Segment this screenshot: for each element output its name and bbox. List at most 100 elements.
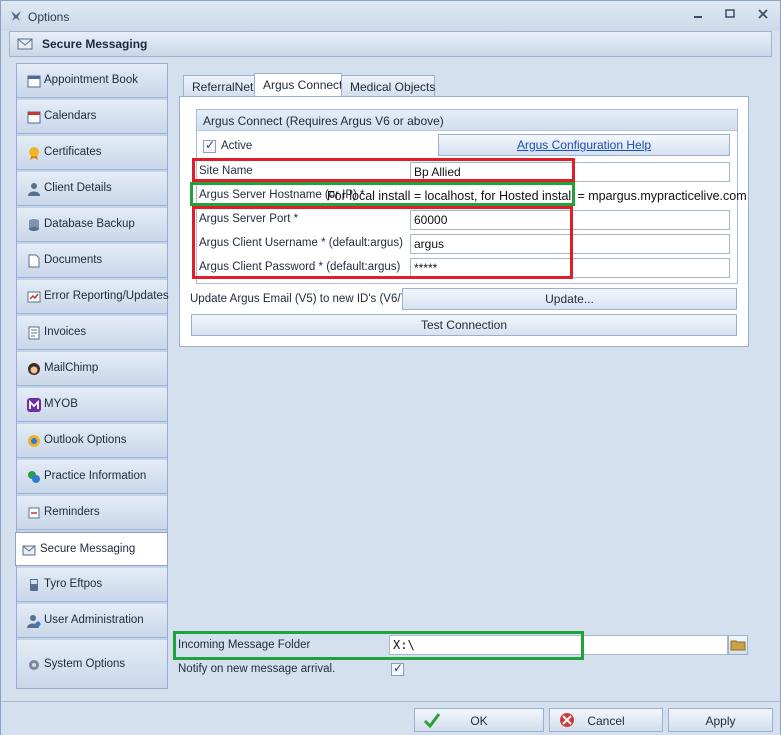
invoice-icon <box>28 326 40 340</box>
close-icon <box>758 9 768 19</box>
nav-item-appointment-book[interactable]: Appointment Book <box>17 64 167 98</box>
nav-item-client-details[interactable]: Client Details <box>17 172 167 206</box>
practice-icon <box>28 471 40 483</box>
nav-item-label: Database Backup <box>44 218 135 230</box>
minimize-icon <box>694 16 702 18</box>
nav-item-error-reporting[interactable]: Error Reporting/Updates <box>17 280 169 314</box>
nav-item-label: Client Details <box>44 182 112 194</box>
calendar-book-icon <box>27 75 41 88</box>
port-input[interactable]: 60000 <box>410 210 730 230</box>
outlook-icon <box>28 435 40 447</box>
nav-item-label: Documents <box>44 254 103 266</box>
nav-item-documents[interactable]: Documents <box>17 244 167 278</box>
nav-item-label: Reminders <box>44 506 100 518</box>
nav-item-outlook-options[interactable]: Outlook Options <box>17 424 167 458</box>
nav-item-system-options[interactable]: System Options <box>17 640 167 688</box>
notify-label: Notify on new message arrival. <box>178 663 336 675</box>
section-header: Secure Messaging <box>9 31 772 57</box>
nav-item-user-administration[interactable]: User Administration <box>17 604 167 638</box>
ok-button-label: OK <box>470 714 488 728</box>
myob-icon <box>27 398 41 412</box>
title-bar: Options <box>1 1 780 31</box>
nav-item-label: MailChimp <box>44 362 99 374</box>
tab-referralnet[interactable]: ReferralNet <box>183 75 255 97</box>
nav-item-label: Appointment Book <box>44 74 138 86</box>
nav-item-label: Certificates <box>44 146 102 158</box>
gear-icon <box>29 660 39 670</box>
argus-config-help-button[interactable]: Argus Configuration Help <box>438 134 730 156</box>
ok-button[interactable]: OK <box>414 708 544 732</box>
folder-icon <box>730 640 746 651</box>
dialog-footer: OK Cancel Apply <box>1 701 780 735</box>
tab-label: Argus Connect <box>263 78 343 92</box>
options-window: Options Secure Messaging Appointment Boo… <box>0 0 781 735</box>
content-panel: ReferralNet Argus Connect Medical Object… <box>171 63 774 689</box>
username-input[interactable]: argus <box>410 234 730 254</box>
app-logo-icon <box>11 11 21 21</box>
mailchimp-icon <box>28 363 40 375</box>
nav-item-secure-messaging[interactable]: Secure Messaging <box>15 532 168 566</box>
site-name-input[interactable]: Bp Allied <box>410 162 730 182</box>
nav-item-practice-information[interactable]: Practice Information <box>17 460 167 494</box>
cancel-button-label: Cancel <box>587 714 625 728</box>
calendar-icon <box>27 111 41 124</box>
nav-item-myob[interactable]: MYOB <box>17 388 167 422</box>
test-connection-button[interactable]: Test Connection <box>191 314 737 336</box>
close-button[interactable] <box>755 9 771 23</box>
nav-item-database-backup[interactable]: Database Backup <box>17 208 167 242</box>
incoming-folder-label: Incoming Message Folder <box>178 639 311 651</box>
cancel-button[interactable]: Cancel <box>549 708 663 732</box>
password-input[interactable]: ***** <box>410 258 730 278</box>
browse-folder-button[interactable] <box>728 635 748 655</box>
page-title: Secure Messaging <box>42 37 148 51</box>
tab-label: Medical Objects <box>350 80 436 94</box>
update-email-label: Update Argus Email (V5) to new ID's (V6/… <box>190 293 411 305</box>
tab-argus-connect[interactable]: Argus Connect <box>254 73 342 98</box>
password-label: Argus Client Password * (default:argus) <box>199 261 401 273</box>
nav-item-label: Invoices <box>44 326 87 338</box>
nav-item-label: MYOB <box>44 398 78 410</box>
nav-item-tyro-eftpos[interactable]: Tyro Eftpos <box>17 568 167 602</box>
client-icon <box>28 183 40 196</box>
minimize-button[interactable] <box>690 9 706 23</box>
group-title-text: Argus Connect (Requires Argus V6 or abov… <box>203 114 444 128</box>
argus-connect-tab-page: Argus Connect (Requires Argus V6 or abov… <box>179 96 749 347</box>
document-icon <box>28 254 40 268</box>
tab-medical-objects[interactable]: Medical Objects <box>341 75 435 97</box>
group-title: Argus Connect (Requires Argus V6 or abov… <box>197 110 737 131</box>
nav-item-calendars[interactable]: Calendars <box>17 100 167 134</box>
tab-label: ReferralNet <box>192 80 254 94</box>
port-label: Argus Server Port * <box>199 213 299 225</box>
active-checkbox[interactable] <box>203 138 216 153</box>
notify-checkbox[interactable] <box>391 661 404 676</box>
nav-item-label: System Options <box>44 658 126 670</box>
eftpos-icon <box>30 579 38 591</box>
nav-item-label: User Administration <box>44 614 144 626</box>
active-label: Active <box>221 140 253 152</box>
secure-messaging-icon <box>17 38 33 50</box>
maximize-button[interactable] <box>722 9 738 23</box>
error-report-icon <box>27 291 41 303</box>
apply-button[interactable]: Apply <box>668 708 773 732</box>
nav-item-label: Secure Messaging <box>40 543 136 555</box>
apply-button-label: Apply <box>705 714 736 728</box>
nav-item-reminders[interactable]: Reminders <box>17 496 167 530</box>
options-navigation: Appointment Book Calendars Certificates … <box>15 63 169 689</box>
database-icon <box>29 219 39 231</box>
nav-item-label: Tyro Eftpos <box>44 578 103 590</box>
nav-item-label: Practice Information <box>44 470 147 482</box>
site-name-label: Site Name <box>199 165 253 177</box>
user-admin-icon <box>27 615 41 628</box>
incoming-folder-input[interactable]: X:\ <box>389 635 728 655</box>
nav-item-invoices[interactable]: Invoices <box>17 316 167 350</box>
update-button[interactable]: Update... <box>402 288 737 310</box>
secure-messaging-icon <box>22 545 36 556</box>
certificate-icon <box>29 147 39 160</box>
reminder-icon <box>28 507 40 519</box>
nav-item-certificates[interactable]: Certificates <box>17 136 167 170</box>
nav-item-mailchimp[interactable]: MailChimp <box>17 352 167 386</box>
hostname-input[interactable]: For local install = localhost, for Hoste… <box>323 186 747 206</box>
username-label: Argus Client Username * (default:argus) <box>199 237 403 249</box>
nav-item-label: Calendars <box>44 110 97 122</box>
window-title: Options <box>28 10 70 24</box>
